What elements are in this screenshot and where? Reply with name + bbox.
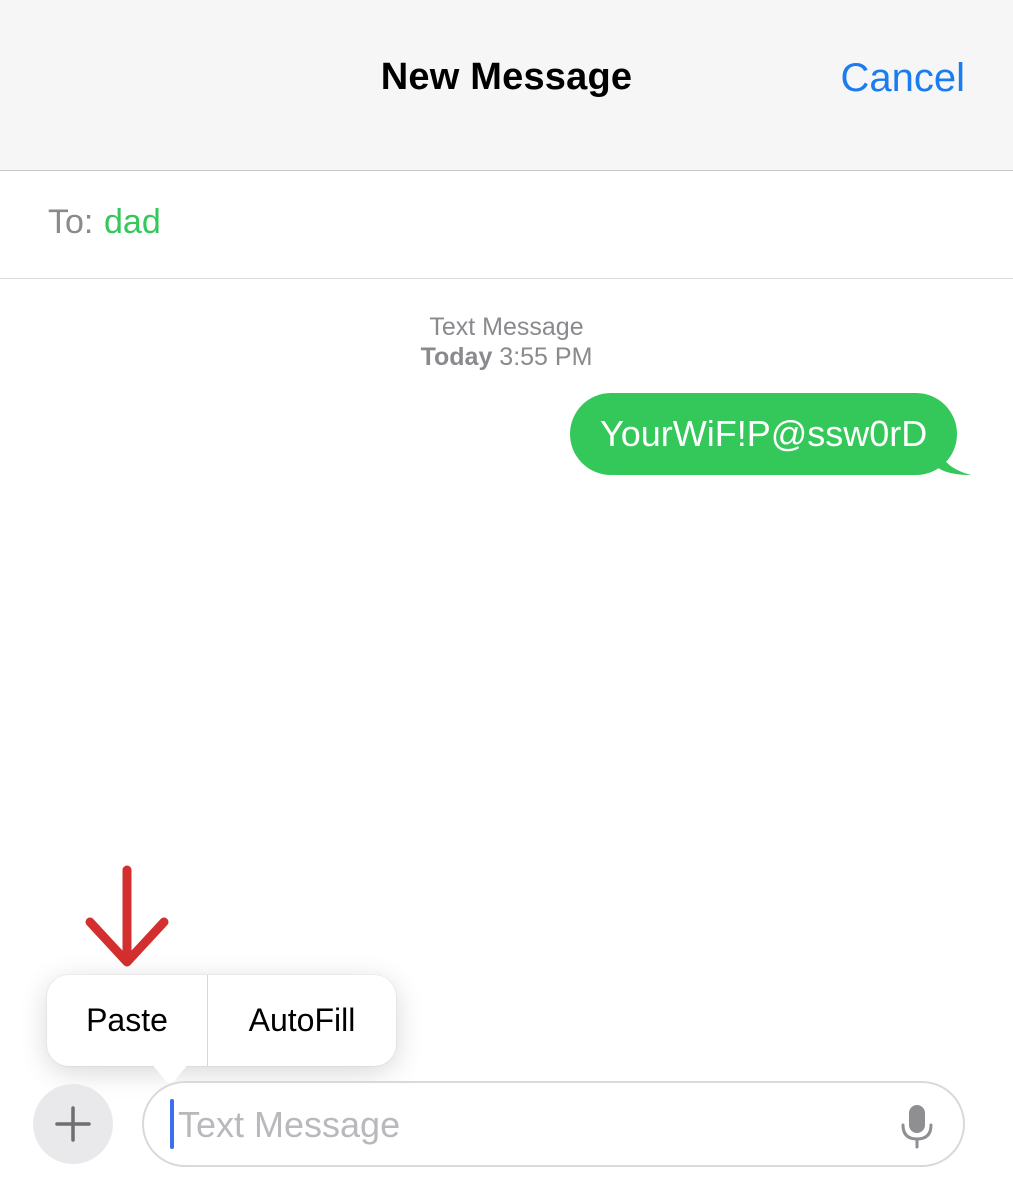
nav-header: New Message Cancel — [0, 0, 1013, 171]
edit-context-menu: Paste AutoFill — [47, 975, 396, 1066]
add-attachment-button[interactable] — [33, 1084, 113, 1164]
timestamp-time: 3:55 PM — [499, 343, 593, 371]
recipient-row[interactable]: To: dad — [0, 171, 1013, 279]
message-timestamp: Today 3:55 PM — [0, 343, 1013, 372]
plus-icon — [55, 1106, 91, 1142]
text-caret — [170, 1099, 174, 1149]
bubble-tail-icon — [937, 445, 972, 475]
to-label: To: — [48, 203, 94, 241]
message-bubble-text: YourWiF!P@ssw0rD — [570, 393, 958, 475]
autofill-menu-item[interactable]: AutoFill — [208, 975, 396, 1066]
paste-menu-item[interactable]: Paste — [47, 975, 207, 1066]
message-service-label: Text Message — [429, 313, 584, 341]
message-input[interactable] — [178, 1097, 878, 1153]
cancel-button[interactable]: Cancel — [840, 56, 965, 101]
message-bubble-sent[interactable]: YourWiF!P@ssw0rD — [570, 393, 972, 475]
microphone-icon[interactable] — [899, 1103, 935, 1149]
messages-app: New Message Cancel To: dad Text Message … — [0, 0, 1013, 1200]
timestamp-day: Today — [420, 343, 493, 371]
red-down-arrow-icon — [85, 865, 169, 967]
message-composer[interactable] — [142, 1081, 965, 1167]
recipient-name[interactable]: dad — [104, 203, 161, 242]
